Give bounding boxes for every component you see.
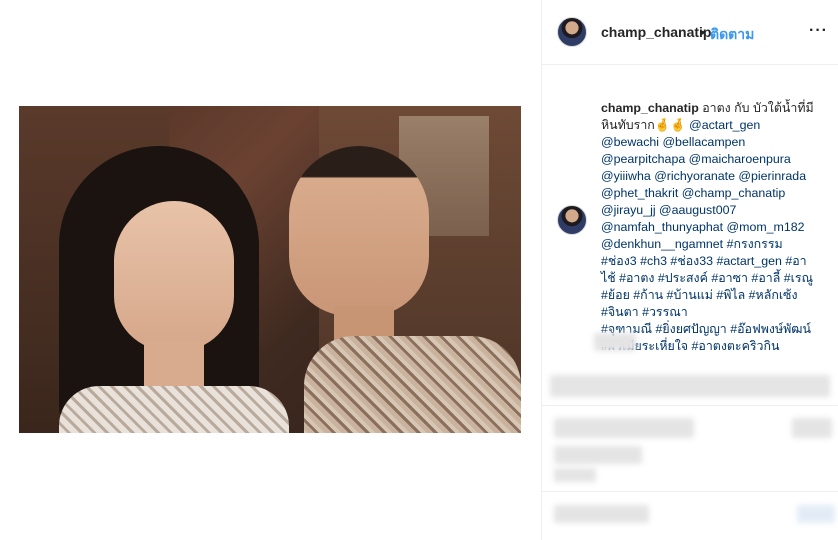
caption-line-7[interactable]: @namfah_thunyaphat @mom_m182 — [601, 220, 805, 234]
caption-line-6[interactable]: @jirayu_jj @aaugust007 — [601, 203, 736, 217]
blurred-comment — [550, 375, 830, 397]
caption-line-11[interactable]: #ย้อย #ก้าน #บ้านแม่ #พิไล #หลักเซ้ง — [601, 288, 798, 302]
caption-emoji: 🤞🤞 — [654, 118, 686, 132]
caption-line-10[interactable]: ไช้ #อาตง #ประสงค์ #อาซา #อาลี้ #เรณู — [601, 271, 813, 285]
caption-mention[interactable]: @actart_gen — [689, 118, 760, 132]
blurred-date — [554, 468, 596, 482]
photo-woman-top — [59, 386, 289, 433]
separator-dot: • — [700, 24, 705, 40]
divider — [542, 491, 838, 492]
blurred-comment-input — [554, 505, 649, 523]
follow-button[interactable]: ติดตาม — [710, 24, 754, 46]
photo-woman-face — [114, 201, 234, 351]
more-options-icon[interactable]: ··· — [809, 22, 828, 40]
caption-line-4[interactable]: @yiiiwha @richyoranate @pierinrada — [601, 169, 806, 183]
caption-line-1: หินทับราก — [601, 118, 655, 132]
caption-line-9[interactable]: #ช่อง3 #ch3 #ช่อง33 #actart_gen #อา — [601, 254, 807, 268]
caption-avatar[interactable] — [557, 205, 587, 235]
caption-line-3[interactable]: @pearpitchapa @maicharoenpura — [601, 152, 791, 166]
username-link[interactable]: champ_chanatip — [601, 24, 711, 40]
photo-man-shirt — [304, 336, 521, 433]
caption-line-8[interactable]: @denkhun__ngamnet #กรงกรรม — [601, 237, 783, 251]
caption-line-0: อาตง กับ บัวใต้น้ำที่มี — [698, 101, 814, 115]
caption-line-2[interactable]: @bewachi @bellacampen — [601, 135, 745, 149]
blurred-save — [792, 418, 832, 438]
caption-username-link[interactable]: champ_chanatip — [601, 101, 699, 115]
post-photo[interactable] — [19, 106, 521, 433]
caption-line-12[interactable]: #จินตา #วรรณา — [601, 305, 688, 319]
caption-text: champ_chanatip อาตง กับ บัวใต้น้ำที่มี ห… — [601, 83, 826, 355]
divider — [542, 405, 838, 406]
blurred-actions — [554, 418, 694, 438]
media-pane — [0, 0, 541, 540]
blurred-timestamp — [594, 333, 636, 351]
photo-man-head — [289, 146, 429, 316]
caption-line-5[interactable]: @phet_thakrit @champ_chanatip — [601, 186, 785, 200]
blurred-post-button — [797, 505, 835, 523]
details-pane: champ_chanatip • ติดตาม ··· champ_chanat… — [541, 0, 838, 540]
post-header: champ_chanatip • ติดตาม ··· — [542, 0, 838, 65]
blurred-likes — [554, 446, 642, 464]
avatar[interactable] — [557, 17, 587, 47]
